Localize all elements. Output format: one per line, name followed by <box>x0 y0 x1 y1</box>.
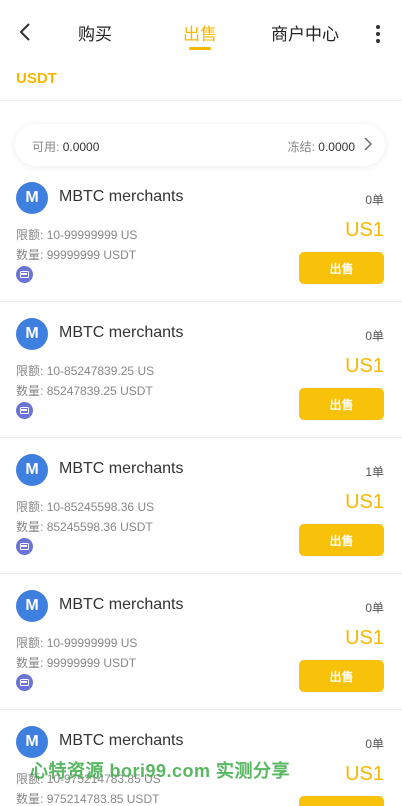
bank-card-icon <box>16 674 33 691</box>
avatar: M <box>16 454 48 486</box>
top-nav-bar: 购买 出售 商户中心 <box>0 0 402 60</box>
avatar: M <box>16 182 48 214</box>
active-tab-indicator <box>189 47 211 50</box>
order-count: 0单 <box>365 193 384 207</box>
price: US1 <box>345 763 384 785</box>
price: US1 <box>345 219 384 241</box>
watermark: 心特资源 bori99.com 实测分享 <box>30 761 291 781</box>
bank-card-icon <box>16 402 33 419</box>
order-count: 0单 <box>365 329 384 343</box>
order-count: 0单 <box>365 737 384 751</box>
avatar: M <box>16 318 48 350</box>
more-vertical-icon[interactable] <box>370 22 386 46</box>
sell-button[interactable]: 出售 <box>299 252 384 284</box>
limit-text: 限额: 10-85247839.25 US <box>16 364 155 378</box>
balance-bar[interactable]: 可用: 0.0000 冻结: 0.0000 <box>15 124 385 166</box>
bank-card-icon <box>16 538 33 555</box>
order-count: 0单 <box>365 601 384 615</box>
sell-button[interactable]: 出售 <box>299 660 384 692</box>
merchant-card: M MBTC merchants 0单 限额: 10-99999999 US 数… <box>0 166 402 302</box>
sell-button[interactable]: 出售 <box>299 524 384 556</box>
price: US1 <box>345 491 384 513</box>
merchant-list: M MBTC merchants 0单 限额: 10-99999999 US 数… <box>0 166 402 806</box>
merchant-name: MBTC merchants <box>59 188 184 205</box>
quantity-text: 数量: 85247839.25 USDT <box>16 384 153 398</box>
limit-text: 限额: 10-85245598.36 US <box>16 500 155 514</box>
coin-selector[interactable]: USDT <box>16 70 57 87</box>
back-arrow-icon[interactable] <box>14 20 38 44</box>
bank-card-icon <box>16 266 33 283</box>
tab-merchant-center[interactable]: 商户中心 <box>271 20 339 45</box>
merchant-name: MBTC merchants <box>59 324 184 341</box>
quantity-text: 数量: 99999999 USDT <box>16 656 137 670</box>
merchant-name: MBTC merchants <box>59 732 184 749</box>
sell-button[interactable]: 出售 <box>299 388 384 420</box>
tab-sell[interactable]: 出售 <box>183 20 217 45</box>
merchant-name: MBTC merchants <box>59 460 184 477</box>
avatar: M <box>16 590 48 622</box>
avatar: M <box>16 726 48 758</box>
merchant-card: M MBTC merchants 0单 限额: 10-99999999 US 数… <box>0 574 402 710</box>
limit-text: 限额: 10-99999999 US <box>16 228 138 242</box>
tab-buy[interactable]: 购买 <box>78 20 112 45</box>
merchant-card: M MBTC merchants 1单 限额: 10-85245598.36 U… <box>0 438 402 574</box>
limit-text: 限额: 10-99999999 US <box>16 636 138 650</box>
merchant-card: M MBTC merchants 0单 限额: 10-85247839.25 U… <box>0 302 402 438</box>
available-balance: 可用: 0.0000 <box>32 140 100 154</box>
price: US1 <box>345 355 384 377</box>
quantity-text: 数量: 99999999 USDT <box>16 248 137 262</box>
sell-button[interactable]: 出售 <box>299 796 384 806</box>
quantity-text: 数量: 975214783.85 USDT <box>16 792 160 806</box>
order-count: 1单 <box>365 465 384 479</box>
frozen-balance: 冻结: 0.0000 <box>287 140 355 154</box>
price: US1 <box>345 627 384 649</box>
quantity-text: 数量: 85245598.36 USDT <box>16 520 153 534</box>
divider <box>0 100 402 101</box>
chevron-right-icon <box>364 137 372 151</box>
merchant-name: MBTC merchants <box>59 596 184 613</box>
